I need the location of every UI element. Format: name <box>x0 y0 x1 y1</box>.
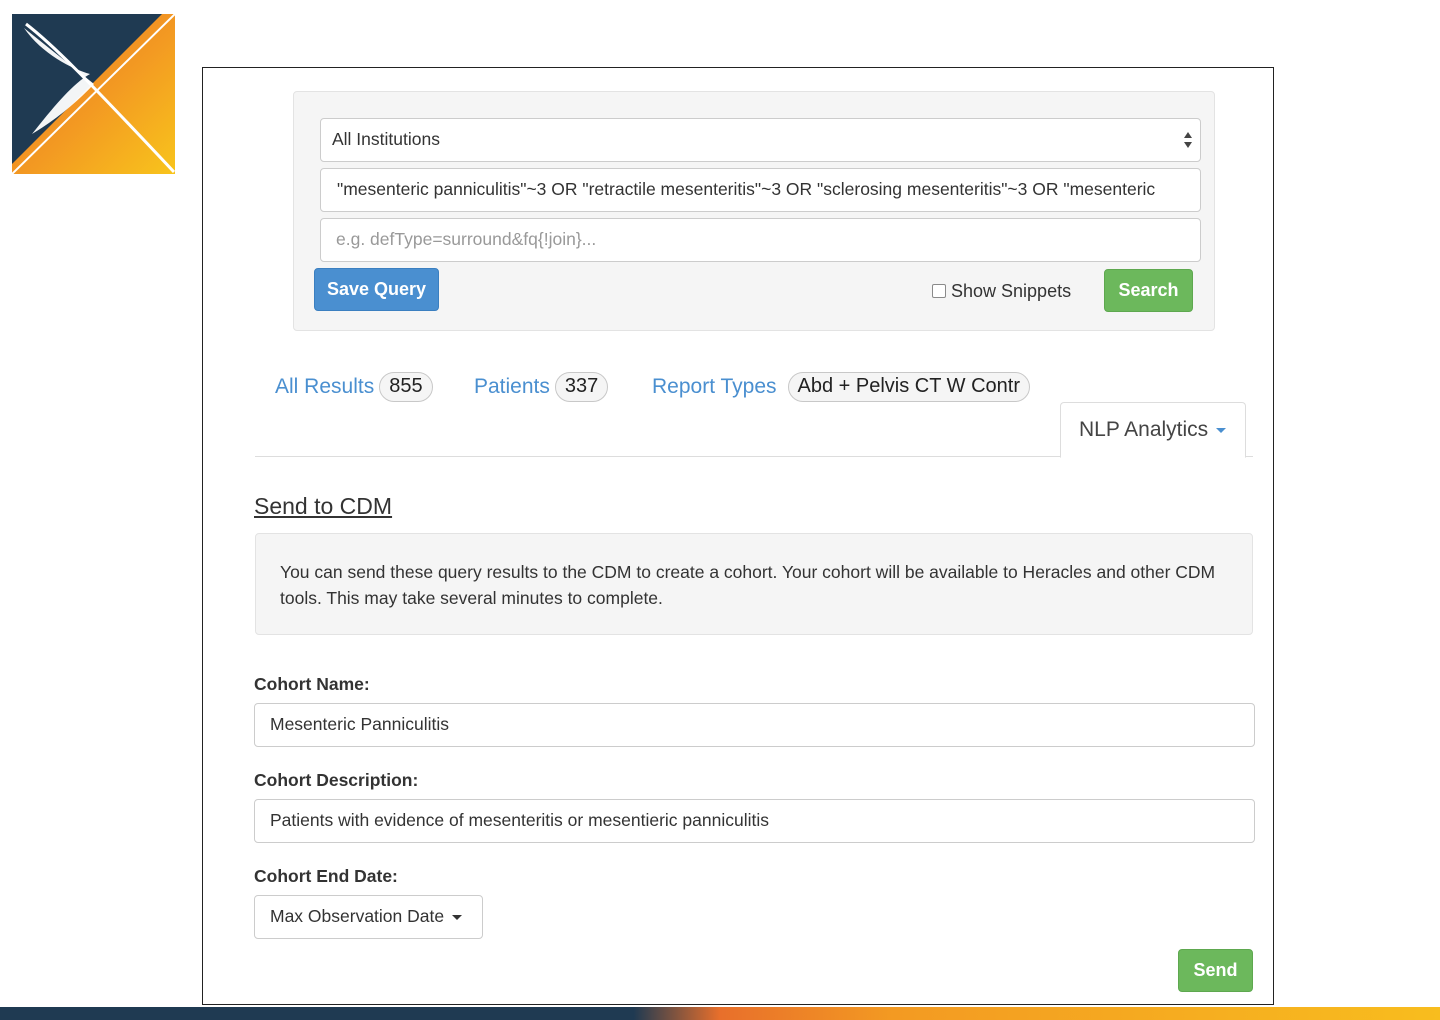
app-logo <box>12 14 175 174</box>
tab-all-results[interactable]: All Results 855 <box>275 372 433 402</box>
show-snippets-toggle[interactable]: Show Snippets <box>932 280 1071 302</box>
cohort-description-input[interactable]: Patients with evidence of mesenteritis o… <box>254 799 1255 843</box>
tab-patients[interactable]: Patients 337 <box>474 372 609 402</box>
tab-report-types-label: Report Types <box>652 375 777 398</box>
tab-all-results-label: All Results <box>275 375 375 398</box>
all-results-count-badge: 855 <box>379 372 433 402</box>
caret-down-icon <box>452 914 463 920</box>
cohort-description-label: Cohort Description: <box>254 770 419 790</box>
institution-select[interactable]: All Institutions <box>320 118 1201 162</box>
cohort-name-label: Cohort Name: <box>254 674 370 694</box>
institution-select-value: All Institutions <box>332 129 440 149</box>
save-query-button[interactable]: Save Query <box>314 268 439 311</box>
tab-nlp-analytics-label: NLP Analytics <box>1079 418 1209 441</box>
cohort-end-date-value: Max Observation Date <box>270 906 445 926</box>
tab-nlp-analytics[interactable]: NLP Analytics <box>1060 402 1246 458</box>
cohort-end-date-label: Cohort End Date: <box>254 866 398 886</box>
tab-patients-label: Patients <box>474 375 550 398</box>
cohort-name-input[interactable]: Mesenteric Panniculitis <box>254 703 1255 747</box>
select-arrows-icon <box>1184 132 1192 148</box>
tab-report-types[interactable]: Report Types Abd + Pelvis CT W Contr <box>652 372 1030 402</box>
send-button[interactable]: Send <box>1178 949 1253 992</box>
patients-count-badge: 337 <box>554 372 609 402</box>
section-title: Send to CDM <box>254 493 393 519</box>
info-text: You can send these query results to the … <box>280 562 1216 608</box>
show-snippets-label: Show Snippets <box>951 280 1072 301</box>
footer-bar <box>0 1007 1440 1020</box>
show-snippets-checkbox[interactable] <box>932 284 946 298</box>
query-params-input[interactable]: e.g. defType=surround&fq{!join}... <box>320 218 1201 262</box>
search-button[interactable]: Search <box>1104 269 1193 312</box>
cohort-end-date-dropdown[interactable]: Max Observation Date <box>254 895 483 939</box>
query-input[interactable]: "mesenteric panniculitis"~3 OR "retracti… <box>320 168 1201 212</box>
info-box: You can send these query results to the … <box>255 533 1253 635</box>
chevron-down-icon <box>1216 427 1227 433</box>
report-type-badge: Abd + Pelvis CT W Contr <box>787 372 1030 402</box>
